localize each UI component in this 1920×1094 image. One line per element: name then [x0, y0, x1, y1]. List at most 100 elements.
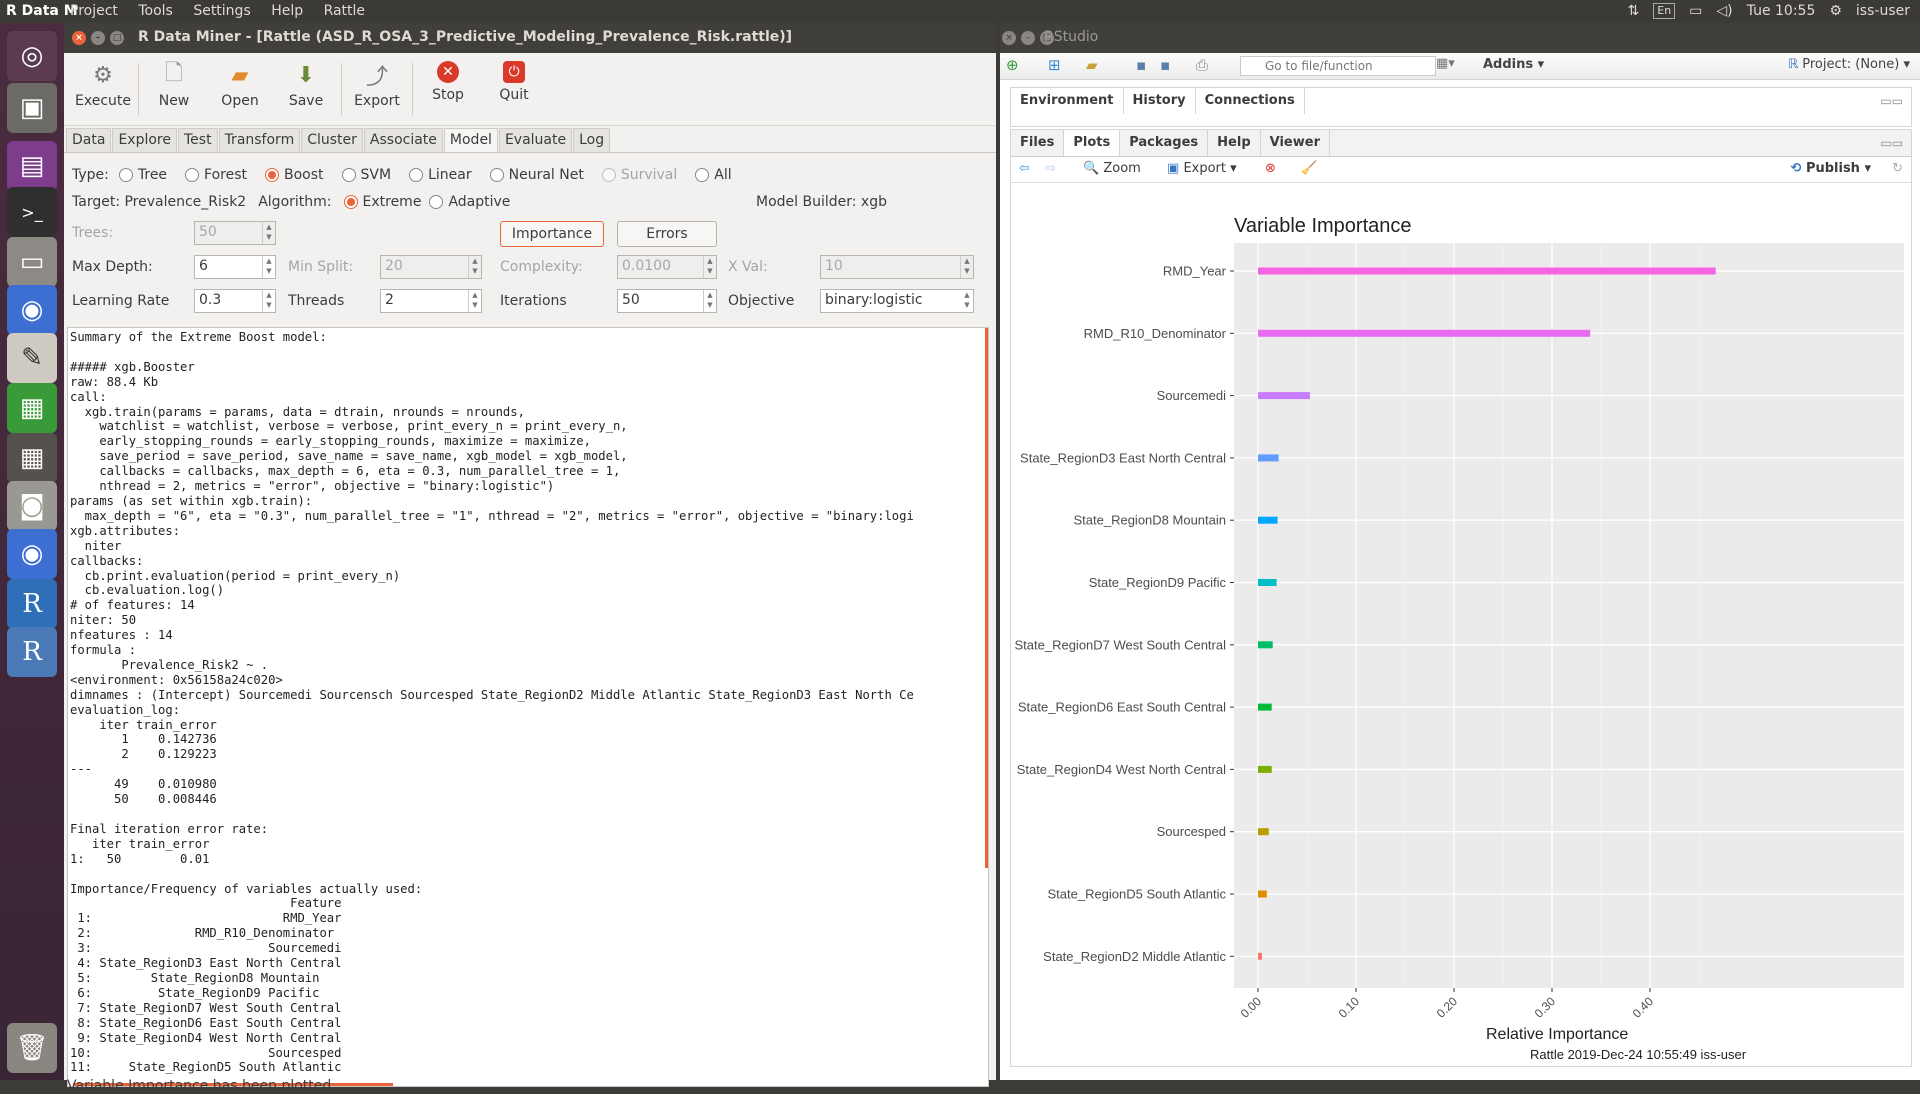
rs-minimize-icon[interactable]: – [1021, 31, 1035, 45]
clock[interactable]: Tue 10:55 [1747, 3, 1816, 19]
learning-rate-spinner[interactable]: 0.3 ▲ ▼ [194, 289, 276, 313]
tab-evaluate[interactable]: Evaluate [498, 128, 573, 152]
save-icon[interactable]: ▪ [1136, 56, 1146, 74]
save-button[interactable]: ⬇ Save [273, 53, 339, 125]
project-menu[interactable]: ℝ Project: (None) ▾ [1788, 57, 1910, 72]
close-icon[interactable]: × [72, 31, 86, 45]
threads-spinner[interactable]: 2 ▲ ▼ [380, 289, 482, 313]
battery-icon[interactable]: ▭ [1689, 3, 1702, 19]
type-tree-radio[interactable] [118, 168, 133, 182]
type-survival-radio[interactable] [601, 168, 616, 182]
type-forest-radio[interactable] [185, 168, 200, 182]
max-depth-spinner[interactable]: 6 ▲ ▼ [194, 255, 276, 279]
model-output-textview[interactable]: Summary of the Extreme Boost model: ####… [67, 327, 989, 1087]
complexity-spinner[interactable]: 0.0100 ▲ ▼ [617, 255, 717, 279]
chrome-2-icon[interactable]: ◉ [7, 529, 57, 579]
stop-button[interactable]: ✕ Stop [415, 53, 481, 125]
min-split-spinner[interactable]: 20 ▲ ▼ [380, 255, 482, 279]
terminal-icon[interactable]: >_ [7, 187, 57, 237]
publish-button[interactable]: ⟲ Publish ▾ [1791, 161, 1872, 176]
minimize-icon[interactable]: – [91, 31, 105, 45]
objective-select[interactable]: binary:logistic ▲ ▼ [820, 289, 974, 313]
dash-home-icon[interactable]: ◎ [7, 31, 57, 81]
chrome-icon[interactable]: ◉ [7, 285, 57, 335]
calculator-icon[interactable]: ▦ [7, 433, 57, 483]
user-name[interactable]: iss-user [1856, 3, 1910, 19]
save-all-icon[interactable]: ▪ [1160, 56, 1170, 74]
algorithm-adaptive-radio[interactable] [429, 195, 444, 209]
trees-label: Trees: [72, 225, 114, 241]
keyboard-layout[interactable]: En [1653, 3, 1676, 19]
tab-transform[interactable]: Transform [218, 128, 301, 152]
addins-menu[interactable]: Addins ▾ [1483, 57, 1544, 72]
back-arrow-icon[interactable]: ⇦ [1019, 161, 1030, 176]
camera-icon[interactable]: ◙ [7, 481, 57, 531]
tab-data[interactable]: Data [66, 128, 112, 152]
tab-associate[interactable]: Associate [363, 128, 443, 152]
tab-model[interactable]: Model [443, 128, 498, 152]
settings-gear-icon[interactable]: ⚙ [1829, 3, 1842, 19]
spreadsheet-icon[interactable]: ▦ [7, 383, 57, 433]
tab-history[interactable]: History [1124, 88, 1196, 114]
new-file-plus-icon[interactable]: ⊕ [1006, 56, 1019, 74]
text-editor-icon[interactable]: ✎ [7, 333, 57, 383]
zoom-button[interactable]: 🔍 Zoom [1083, 161, 1141, 176]
tab-packages[interactable]: Packages [1120, 130, 1209, 156]
new-button[interactable]: 🗋 New [141, 53, 207, 125]
tab-plots[interactable]: Plots [1064, 130, 1121, 156]
rs-close-icon[interactable]: × [1002, 31, 1016, 45]
print-icon[interactable]: ⎙ [1196, 56, 1208, 74]
tab-connections[interactable]: Connections [1196, 88, 1305, 114]
tab-cluster[interactable]: Cluster [301, 128, 363, 152]
tab-files[interactable]: Files [1011, 130, 1065, 156]
type-svm-radio[interactable] [341, 168, 356, 182]
tab-log[interactable]: Log [573, 128, 611, 152]
importance-button[interactable]: Importance [500, 221, 604, 247]
refresh-icon[interactable]: ↻ [1892, 161, 1903, 176]
grid-layout-icon[interactable]: ▦▾ [1436, 56, 1455, 71]
open-folder-icon[interactable]: ▰ [1086, 56, 1098, 74]
network-icon[interactable]: ⇅ [1628, 3, 1640, 19]
files-icon[interactable]: ▭ [7, 237, 57, 287]
volume-icon[interactable]: ◁) [1716, 3, 1732, 19]
menu-settings[interactable]: Settings [193, 3, 250, 19]
menu-project[interactable]: Project [70, 3, 118, 19]
tab-viewer[interactable]: Viewer [1261, 130, 1330, 156]
tab-environment[interactable]: Environment [1011, 88, 1124, 114]
type-boost-radio[interactable] [265, 168, 280, 182]
type-linear-radio[interactable] [409, 168, 424, 182]
rstudio-icon[interactable]: R [7, 627, 57, 677]
menu-rattle[interactable]: Rattle [324, 3, 365, 19]
type-all-radio[interactable] [695, 168, 710, 182]
execute-button[interactable]: ⚙ Execute [70, 53, 136, 125]
iterations-spinner[interactable]: 50 ▲ ▼ [617, 289, 717, 313]
algorithm-extreme-radio[interactable] [343, 195, 358, 209]
maximize-icon[interactable]: □ [110, 31, 124, 45]
go-to-file-input[interactable]: Go to file/function [1240, 56, 1436, 76]
r-icon[interactable]: R [7, 579, 57, 629]
export-menu[interactable]: ▣ Export ▾ [1167, 161, 1237, 176]
xval-spinner[interactable]: 10 ▲ ▼ [820, 255, 974, 279]
clear-all-broom-icon[interactable]: 🧹 [1301, 161, 1317, 176]
export-button[interactable]: ⤴ Export [344, 53, 410, 125]
variable-importance-plot: Variable Importance RMD_Year RMD_R10_Deno… [1015, 215, 1904, 1062]
quit-button[interactable]: ⏻ Quit [481, 53, 547, 125]
output-vertical-scrollbar[interactable] [985, 328, 988, 868]
tab-explore[interactable]: Explore [112, 128, 177, 152]
forward-arrow-icon[interactable]: ⇨ [1045, 161, 1056, 176]
open-button[interactable]: ▰ Open [207, 53, 273, 125]
errors-button[interactable]: Errors [617, 221, 717, 247]
menu-tools[interactable]: Tools [138, 3, 173, 19]
trees-spinner[interactable]: 50 ▲ ▼ [194, 221, 276, 245]
pane-maximize-icon[interactable]: ▭▭ [1880, 136, 1903, 150]
app-window-icon[interactable]: ▤ [7, 141, 57, 191]
pane-restore-icon[interactable]: ▭▭ [1880, 94, 1903, 108]
remove-plot-icon[interactable]: ⊗ [1265, 161, 1276, 176]
tab-test[interactable]: Test [177, 128, 218, 152]
workspace-switcher-icon[interactable]: ▣ [7, 83, 57, 133]
tab-help[interactable]: Help [1208, 130, 1261, 156]
type-neural-net-radio[interactable] [489, 168, 504, 182]
new-project-icon[interactable]: ⊞ [1048, 56, 1061, 74]
trash-icon[interactable]: 🗑 [7, 1023, 57, 1073]
menu-help[interactable]: Help [271, 3, 303, 19]
